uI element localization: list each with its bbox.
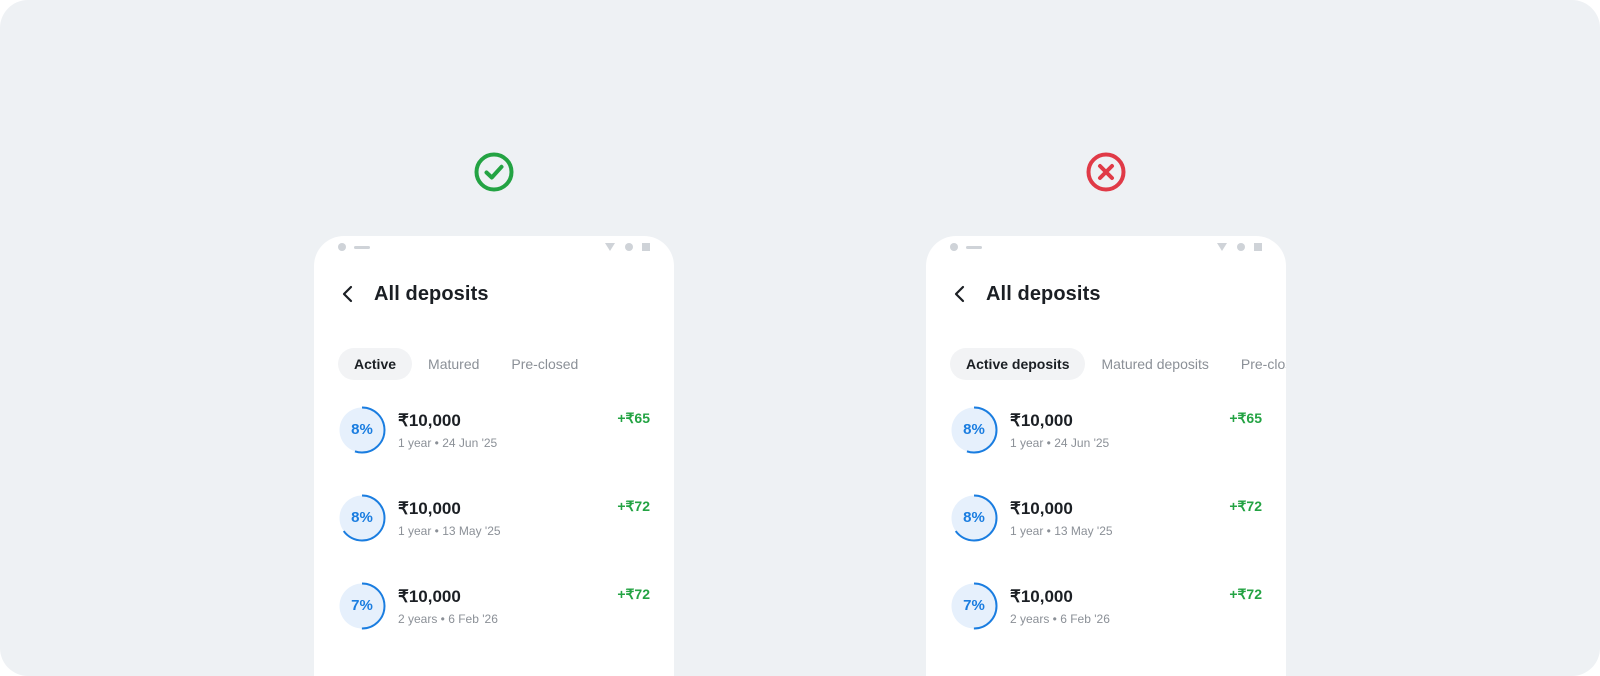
comparison-canvas: All deposits Active Matured Pre-closed 8… — [0, 0, 1600, 676]
app-header: All deposits — [338, 276, 489, 312]
signal-icon — [1237, 243, 1245, 251]
deposit-amount: ₹10,000 — [398, 587, 461, 606]
status-dot-icon — [338, 243, 346, 251]
deposit-meta: 1 year • 24 Jun '25 — [1010, 436, 1110, 450]
deposit-meta: 2 years • 6 Feb '26 — [1010, 612, 1110, 626]
deposit-list: 8% ₹10,000 1 year • 24 Jun '25 +₹65 8% ₹… — [338, 406, 650, 670]
tab-matured[interactable]: Matured — [412, 348, 495, 380]
status-dash-icon — [354, 246, 370, 249]
deposit-meta: 2 years • 6 Feb '26 — [398, 612, 498, 626]
tab-bar: Active Matured Pre-closed — [338, 348, 594, 380]
deposit-meta: 1 year • 13 May '25 — [398, 524, 501, 538]
deposit-row[interactable]: 8% ₹10,000 1 year • 24 Jun '25 +₹65 — [950, 406, 1262, 494]
deposit-amount: ₹10,000 — [398, 411, 461, 430]
status-bar — [314, 236, 674, 256]
interest-rate: 7% — [351, 597, 373, 614]
deposit-gain: +₹72 — [617, 498, 650, 514]
x-circle-icon — [1086, 152, 1126, 192]
deposit-row[interactable]: 7% ₹10,000 2 years • 6 Feb '26 +₹72 — [950, 582, 1262, 670]
battery-icon — [642, 243, 650, 251]
deposit-gain: +₹65 — [617, 410, 650, 426]
deposit-row[interactable]: 8% ₹10,000 1 year • 24 Jun '25 +₹65 — [338, 406, 650, 494]
back-button[interactable] — [338, 281, 364, 307]
rate-ring: 8% — [338, 406, 386, 454]
chevron-left-icon — [342, 285, 353, 303]
tab-pre-closed-deposits[interactable]: Pre-closed deposits — [1225, 348, 1286, 380]
deposit-list: 8% ₹10,000 1 year • 24 Jun '25 +₹65 8% ₹… — [950, 406, 1262, 670]
rate-ring: 8% — [950, 406, 998, 454]
chevron-left-icon — [954, 285, 965, 303]
tab-active-deposits[interactable]: Active deposits — [950, 348, 1086, 380]
tab-pre-closed[interactable]: Pre-closed — [495, 348, 594, 380]
wifi-icon — [1217, 243, 1227, 251]
battery-icon — [1254, 243, 1262, 251]
deposit-gain: +₹65 — [1229, 410, 1262, 426]
tab-bar: Active deposits Matured deposits Pre-clo… — [950, 348, 1286, 380]
interest-rate: 8% — [351, 509, 373, 526]
page-title: All deposits — [374, 282, 489, 305]
rate-ring: 8% — [338, 494, 386, 542]
interest-rate: 8% — [963, 509, 985, 526]
deposit-row[interactable]: 8% ₹10,000 1 year • 13 May '25 +₹72 — [338, 494, 650, 582]
back-button[interactable] — [950, 281, 976, 307]
rate-ring: 7% — [950, 582, 998, 630]
deposit-gain: +₹72 — [617, 586, 650, 602]
tab-matured-deposits[interactable]: Matured deposits — [1085, 348, 1224, 380]
deposit-amount: ₹10,000 — [398, 499, 461, 518]
deposit-gain: +₹72 — [1229, 586, 1262, 602]
rate-ring: 8% — [950, 494, 998, 542]
phone-bad-example: All deposits Active deposits Matured dep… — [926, 236, 1286, 676]
check-circle-icon — [474, 152, 514, 192]
deposit-amount: ₹10,000 — [1010, 587, 1073, 606]
deposit-meta: 1 year • 24 Jun '25 — [398, 436, 498, 450]
wifi-icon — [605, 243, 615, 251]
status-dash-icon — [966, 246, 982, 249]
deposit-amount: ₹10,000 — [1010, 411, 1073, 430]
deposit-row[interactable]: 7% ₹10,000 2 years • 6 Feb '26 +₹72 — [338, 582, 650, 670]
interest-rate: 7% — [963, 597, 985, 614]
status-bar — [926, 236, 1286, 256]
interest-rate: 8% — [963, 421, 985, 438]
interest-rate: 8% — [351, 421, 373, 438]
deposit-gain: +₹72 — [1229, 498, 1262, 514]
tab-active[interactable]: Active — [338, 348, 413, 380]
rate-ring: 7% — [338, 582, 386, 630]
deposit-amount: ₹10,000 — [1010, 499, 1073, 518]
deposit-meta: 1 year • 13 May '25 — [1010, 524, 1113, 538]
app-header: All deposits — [950, 276, 1101, 312]
status-dot-icon — [950, 243, 958, 251]
signal-icon — [625, 243, 633, 251]
deposit-row[interactable]: 8% ₹10,000 1 year • 13 May '25 +₹72 — [950, 494, 1262, 582]
phone-good-example: All deposits Active Matured Pre-closed 8… — [314, 236, 674, 676]
page-title: All deposits — [986, 282, 1101, 305]
